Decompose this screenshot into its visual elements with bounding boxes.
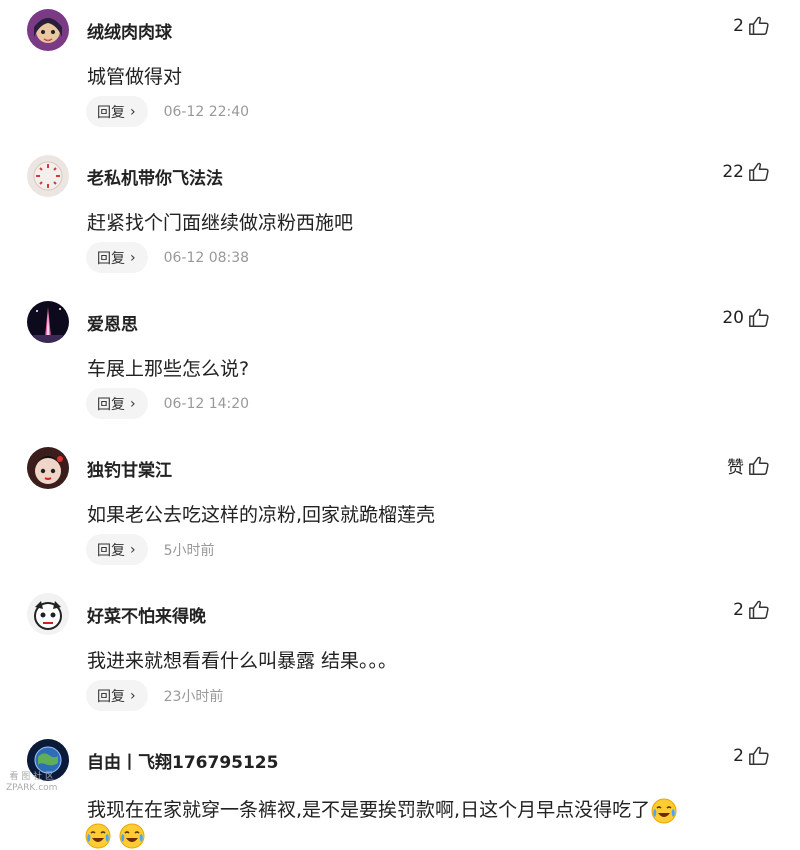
crying-laughing-emoji-icon <box>119 823 145 849</box>
chevron-right-icon: › <box>130 103 136 120</box>
chevron-right-icon: › <box>130 249 136 266</box>
like-button[interactable]: 赞 <box>727 453 770 478</box>
timestamp: 5小时前 <box>163 542 215 559</box>
avatar[interactable] <box>27 447 69 489</box>
thumbs-up-icon <box>749 308 769 327</box>
thumbs-up-icon <box>749 16 769 35</box>
reply-button[interactable]: 回复 › <box>86 534 148 565</box>
comment-text: 城管做得对 <box>87 66 183 88</box>
chevron-right-icon: › <box>130 541 136 558</box>
thumbs-up-icon <box>749 746 769 765</box>
thumbs-up-icon <box>749 162 769 181</box>
avatar[interactable] <box>27 593 69 635</box>
like-button[interactable]: 2 <box>733 745 770 767</box>
reply-button[interactable]: 回复 › <box>86 242 148 273</box>
chevron-right-icon: › <box>130 687 136 704</box>
timestamp: 06-12 08:38 <box>163 249 250 266</box>
watermark: 看 图 社 区 ZPARK.com <box>6 772 57 794</box>
comment-text: 车展上那些怎么说? <box>87 358 250 380</box>
username[interactable]: 爱恩思 <box>87 310 138 335</box>
like-button[interactable]: 2 <box>733 15 770 37</box>
comment-meta: 回复 › 23小时前 <box>86 680 223 711</box>
like-button[interactable]: 20 <box>722 307 770 329</box>
avatar[interactable] <box>27 155 69 197</box>
chevron-right-icon: › <box>130 395 136 412</box>
like-count: 2 <box>733 746 744 766</box>
timestamp: 23小时前 <box>163 688 224 705</box>
timestamp: 06-12 22:40 <box>163 103 250 120</box>
comment-meta: 回复 › 06-12 08:38 <box>86 242 249 273</box>
watermark-line1: 看 图 社 区 <box>9 772 54 782</box>
like-button[interactable]: 22 <box>722 161 770 183</box>
timestamp: 06-12 14:20 <box>163 395 250 412</box>
thumbs-up-icon <box>749 456 769 475</box>
username[interactable]: 好菜不怕来得晚 <box>87 602 206 627</box>
comment-text: 赶紧找个门面继续做凉粉西施吧 <box>87 212 354 234</box>
username[interactable]: 独钓甘棠江 <box>87 456 172 481</box>
avatar[interactable] <box>27 9 69 51</box>
thumbs-up-icon <box>749 600 769 619</box>
username[interactable]: 自由丨飞翔176795125 <box>87 748 278 773</box>
reply-button[interactable]: 回复 › <box>86 388 148 419</box>
comment-meta: 回复 › 06-12 22:40 <box>86 96 249 127</box>
crying-laughing-emoji-icon <box>85 823 111 849</box>
like-count: 2 <box>733 16 744 36</box>
avatar[interactable] <box>27 301 69 343</box>
like-count: 赞 <box>727 458 744 478</box>
emoji-row <box>84 822 146 850</box>
comment-text: 如果老公去吃这样的凉粉,回家就跪榴莲壳 <box>87 504 436 526</box>
comment-meta: 回复 › 5小时前 <box>86 534 215 565</box>
comment-meta: 回复 › 06-12 14:20 <box>86 388 249 419</box>
username[interactable]: 老私机带你飞法法 <box>87 164 223 189</box>
like-count: 2 <box>733 600 744 620</box>
like-count: 20 <box>722 308 744 328</box>
like-count: 22 <box>722 162 744 182</box>
reply-label: 回复 <box>97 104 125 121</box>
reply-button[interactable]: 回复 › <box>86 96 148 127</box>
reply-label: 回复 <box>97 688 125 705</box>
comment-text: 我进来就想看看什么叫暴露 结果。。。 <box>87 650 398 672</box>
reply-label: 回复 <box>97 396 125 413</box>
comment-text: 我现在在家就穿一条裤衩,是不是要挨罚款啊,日这个月早点没得吃了 <box>87 795 678 825</box>
reply-button[interactable]: 回复 › <box>86 680 148 711</box>
comment-text-content: 我现在在家就穿一条裤衩,是不是要挨罚款啊,日这个月早点没得吃了 <box>87 799 651 821</box>
reply-label: 回复 <box>97 542 125 559</box>
like-button[interactable]: 2 <box>733 599 770 621</box>
reply-label: 回复 <box>97 250 125 267</box>
watermark-line2: ZPARK.com <box>6 783 58 793</box>
username[interactable]: 绒绒肉肉球 <box>87 18 172 43</box>
crying-laughing-emoji-icon <box>651 798 677 823</box>
